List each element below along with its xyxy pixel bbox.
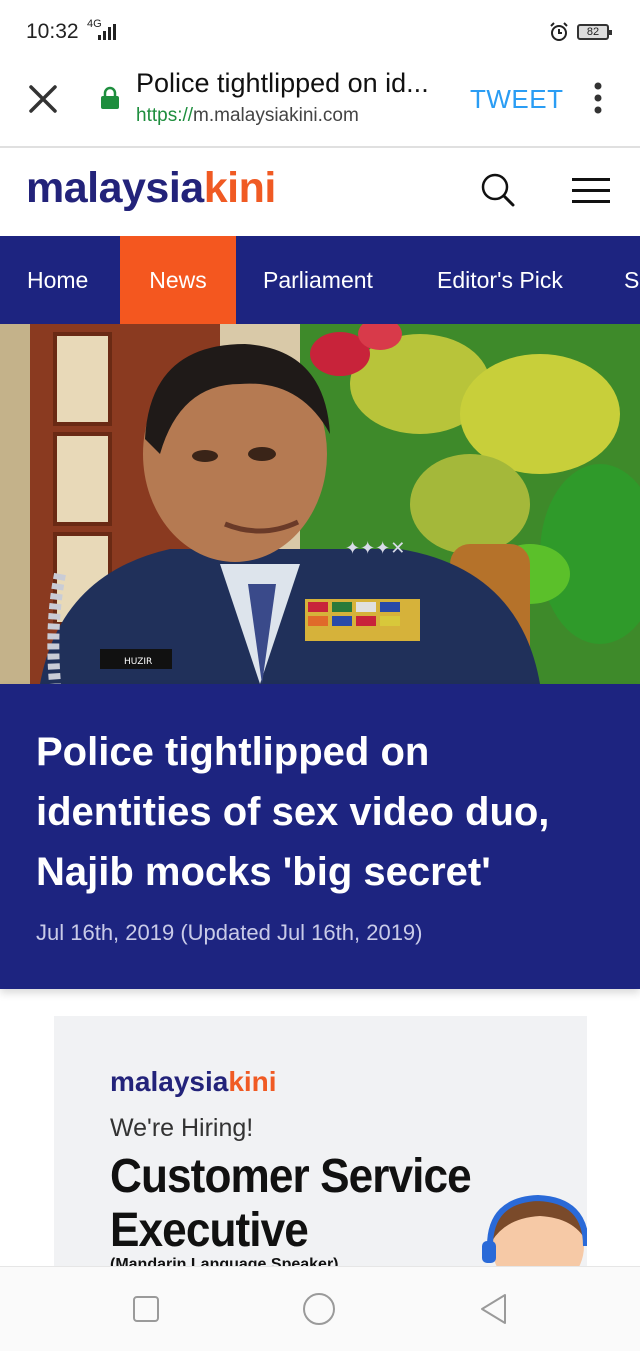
section-nav: Home News Parliament Editor's Pick S <box>0 236 640 324</box>
status-time: 10:32 <box>26 20 79 43</box>
nav-item-label: S <box>624 267 640 293</box>
nav-item-parliament[interactable]: Parliament <box>263 236 373 324</box>
battery-level: 82 <box>586 26 600 38</box>
search-icon[interactable] <box>480 172 516 208</box>
url-host: m.malaysiakini.com <box>193 105 359 126</box>
close-icon[interactable] <box>26 82 60 116</box>
svg-text:✦✦✦✕: ✦✦✦✕ <box>345 538 405 559</box>
hero-photo: HUZIR ✦✦✦✕ <box>0 324 640 684</box>
nav-item-label: News <box>149 267 207 293</box>
hamburger-menu-icon[interactable] <box>572 177 610 205</box>
ad-hiring-text: We're Hiring! <box>110 1114 254 1142</box>
nav-item-label: Parliament <box>263 267 373 293</box>
article-date: Jul 16th, 2019 (Updated Jul 16th, 2019) <box>36 920 423 945</box>
more-vert-icon[interactable] <box>588 80 608 116</box>
home-circle-icon[interactable] <box>302 1292 336 1326</box>
signal-icon <box>98 24 116 40</box>
back-triangle-icon[interactable] <box>477 1292 511 1326</box>
logo-part-1: malaysia <box>26 164 204 212</box>
nav-item-label: Home <box>27 267 89 293</box>
logo-part-2: kini <box>203 164 277 212</box>
name-tag: HUZIR <box>124 657 152 667</box>
ad-logo: malaysiakini <box>110 1066 277 1098</box>
ad-role-line-1: Customer Service <box>110 1150 472 1203</box>
nav-item-label: Editor's Pick <box>437 267 563 293</box>
page-url: https://m.malaysiakini.com <box>136 105 359 127</box>
page-title: Police tightlipped on id... <box>136 68 429 98</box>
ad-role-line-2: Executive <box>110 1204 309 1257</box>
site-logo[interactable]: malaysiakini <box>26 164 276 213</box>
system-navigation-bar <box>0 1266 640 1351</box>
ad-role-title: Customer Service Executive <box>110 1150 472 1258</box>
headset-person-illustration <box>482 1194 587 1266</box>
recents-square-icon[interactable] <box>129 1292 163 1326</box>
alarm-icon <box>550 22 568 41</box>
ad-subtitle: (Mandarin Language Speaker) <box>110 1256 339 1266</box>
url-scheme: https:// <box>136 105 194 126</box>
article-headline: Police tightlipped on identities of sex … <box>36 730 550 894</box>
lock-icon <box>101 86 119 109</box>
hero-image: HUZIR ✦✦✦✕ <box>0 324 640 684</box>
nav-item-more[interactable]: S <box>624 236 639 324</box>
status-bar: 10:32 4G 82 <box>0 0 640 64</box>
nav-item-home[interactable]: Home <box>0 236 120 324</box>
job-advertisement[interactable]: malaysiakini We're Hiring! Customer Serv… <box>54 1016 587 1266</box>
nav-item-news[interactable]: News <box>120 236 236 324</box>
nav-item-editors-pick[interactable]: Editor's Pick <box>437 236 563 324</box>
browser-toolbar: Police tightlipped on id... https://m.ma… <box>0 64 640 148</box>
ad-logo-part-2: kini <box>228 1066 277 1097</box>
battery-icon: 82 <box>577 24 612 40</box>
article-header: Police tightlipped on identities of sex … <box>0 684 640 989</box>
ad-logo-part-1: malaysia <box>110 1066 229 1097</box>
tweet-button[interactable]: TWEET <box>470 84 564 115</box>
site-header: malaysiakini <box>0 150 640 236</box>
